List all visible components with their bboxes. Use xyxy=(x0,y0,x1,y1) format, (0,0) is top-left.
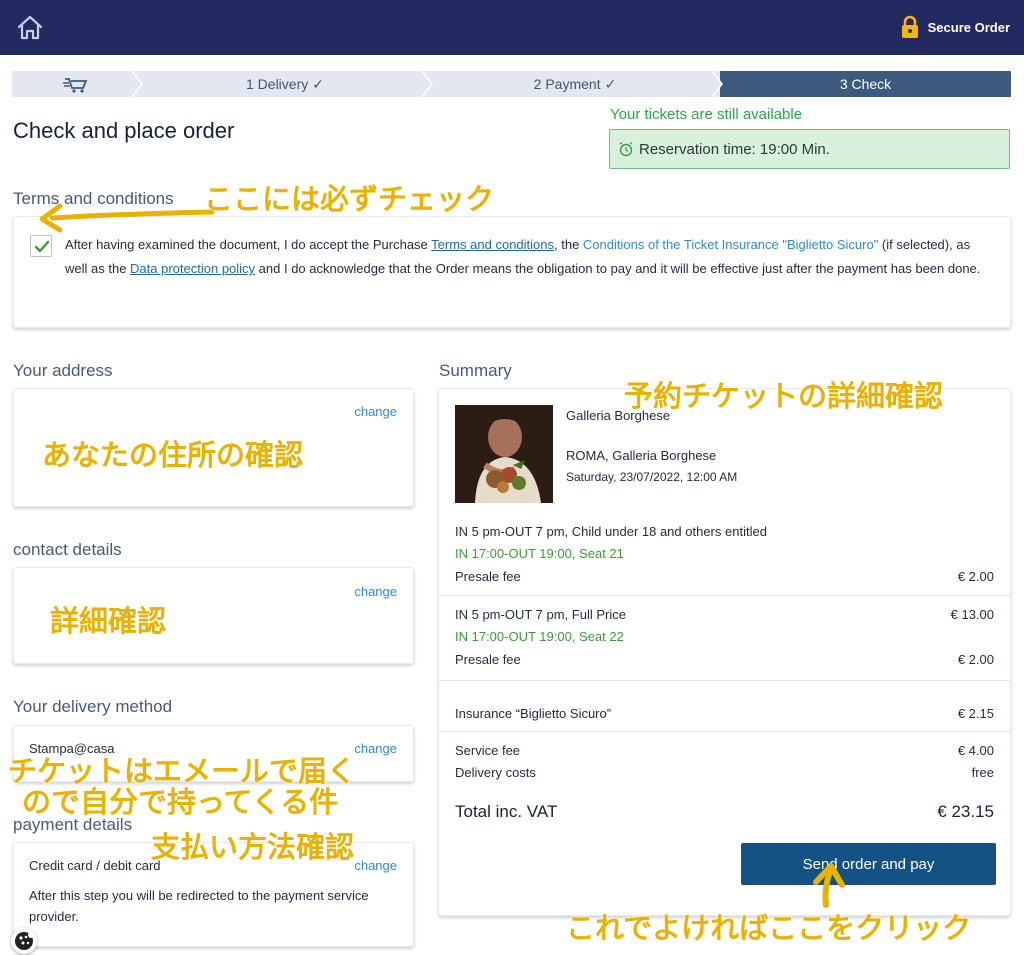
payment-change-link[interactable]: change xyxy=(354,858,397,873)
lock-icon xyxy=(901,15,918,38)
annotation-contact: 詳細確認 xyxy=(50,604,167,638)
checkout-stepper: 1 Delivery ✓ 2 Payment ✓ 3 Check xyxy=(12,71,1011,97)
step-payment[interactable]: 2 Payment ✓ xyxy=(430,71,720,97)
ticket-name: IN 5 pm-OUT 7 pm, Full Price xyxy=(455,607,626,622)
privacy-policy-link[interactable]: Data protection policy xyxy=(130,261,255,276)
checkmark-icon xyxy=(34,240,50,253)
presale-fee-label: Presale fee xyxy=(455,569,521,584)
step-payment-label: 2 Payment xyxy=(533,76,601,92)
reservation-timer: Reservation time: 19:00 Min. xyxy=(609,129,1010,169)
insurance-label: Insurance “Biglietto Sicuro” xyxy=(455,706,612,721)
insurance-value: € 2.15 xyxy=(957,706,994,721)
contact-change-link[interactable]: change xyxy=(354,584,397,599)
step-check: 3 Check xyxy=(720,71,1011,97)
contact-heading: contact details xyxy=(13,540,122,559)
ticket-slot: IN 17:00-OUT 19:00, Seat 21 xyxy=(455,546,624,561)
terms-checkbox[interactable] xyxy=(30,235,52,257)
secure-order-text: Secure Order xyxy=(927,19,1010,35)
divider xyxy=(439,595,1010,596)
annotation-summary: 予約チケットの詳細確認 xyxy=(624,379,944,413)
address-heading: Your address xyxy=(13,361,113,380)
availability-text: Your tickets are still available xyxy=(610,106,803,123)
home-icon[interactable] xyxy=(14,12,46,44)
ticket-slot: IN 17:00-OUT 19:00, Seat 22 xyxy=(455,629,624,644)
step-separator xyxy=(712,71,723,97)
service-fee-label: Service fee xyxy=(455,743,521,758)
cart-icon xyxy=(63,78,88,93)
divider xyxy=(439,680,1010,681)
page-title: Check and place order xyxy=(13,118,235,143)
cookie-settings-button[interactable] xyxy=(11,928,37,954)
painting-thumbnail xyxy=(455,405,553,503)
terms-card: After having examined the document, I do… xyxy=(13,216,1011,328)
payment-note: After this step you will be redirected t… xyxy=(29,888,369,924)
total-label: Total inc. VAT xyxy=(455,802,558,821)
annotation-payment: 支払い方法確認 xyxy=(151,830,355,864)
delivery-costs-label: Delivery costs xyxy=(455,765,536,780)
terms-heading: Terms and conditions xyxy=(13,189,174,208)
checkmark-icon: ✓ xyxy=(312,76,324,92)
annotation-delivery-2: ので自分で持ってくる件 xyxy=(22,785,339,819)
terms-text-part: After having examined the document, I do… xyxy=(65,237,432,252)
terms-text-part: , the xyxy=(554,237,583,252)
terms-link[interactable]: Terms and conditions xyxy=(431,237,554,252)
reservation-time-text: Reservation time: 19:00 Min. xyxy=(639,140,830,158)
step-separator xyxy=(422,71,433,97)
top-bar: Secure Order xyxy=(0,0,1024,55)
step-separator xyxy=(132,71,143,97)
ticket-name: IN 5 pm-OUT 7 pm, Child under 18 and oth… xyxy=(455,524,767,539)
step-delivery-label: 1 Delivery xyxy=(246,76,309,92)
step-check-label: 3 Check xyxy=(839,76,892,92)
alarm-clock-icon xyxy=(619,141,633,157)
checkmark-icon: ✓ xyxy=(604,76,617,92)
step-cart[interactable] xyxy=(12,71,140,97)
send-order-button[interactable]: Send order and pay xyxy=(741,843,996,885)
delivery-change-link[interactable]: change xyxy=(354,741,397,756)
annotation-address: あなたの住所の確認 xyxy=(42,438,304,472)
annotation-terms: ここには必ずチェック xyxy=(204,182,495,216)
summary-card: Galleria Borghese ROMA, Galleria Borghes… xyxy=(438,388,1011,916)
ticket-price: € 13.00 xyxy=(950,607,994,622)
cookie-icon xyxy=(15,932,34,950)
step-delivery[interactable]: 1 Delivery ✓ xyxy=(140,71,430,97)
total-value: € 23.15 xyxy=(937,802,994,821)
payment-method-text: Credit card / debit card xyxy=(29,858,161,873)
delivery-costs-value: free xyxy=(971,765,994,780)
divider xyxy=(439,731,1010,732)
summary-heading: Summary xyxy=(439,361,512,380)
service-fee-value: € 4.00 xyxy=(957,743,994,758)
address-change-link[interactable]: change xyxy=(354,404,397,419)
event-datetime: Saturday, 23/07/2022, 12:00 AM xyxy=(566,470,738,484)
secure-order-label: Secure Order xyxy=(900,14,1010,40)
annotation-button: これでよければここをクリック xyxy=(566,911,972,945)
insurance-conditions-link[interactable]: Conditions of the Ticket Insurance "Bigl… xyxy=(583,237,878,252)
presale-fee-value: € 2.00 xyxy=(957,569,994,584)
venue-location: ROMA, Galleria Borghese xyxy=(566,448,717,463)
delivery-heading: Your delivery method xyxy=(13,697,173,716)
terms-text-part: and I do acknowledge that the Order mean… xyxy=(255,261,981,276)
presale-fee-label: Presale fee xyxy=(455,652,521,667)
presale-fee-value: € 2.00 xyxy=(957,652,994,667)
terms-text: After having examined the document, I do… xyxy=(65,233,995,281)
